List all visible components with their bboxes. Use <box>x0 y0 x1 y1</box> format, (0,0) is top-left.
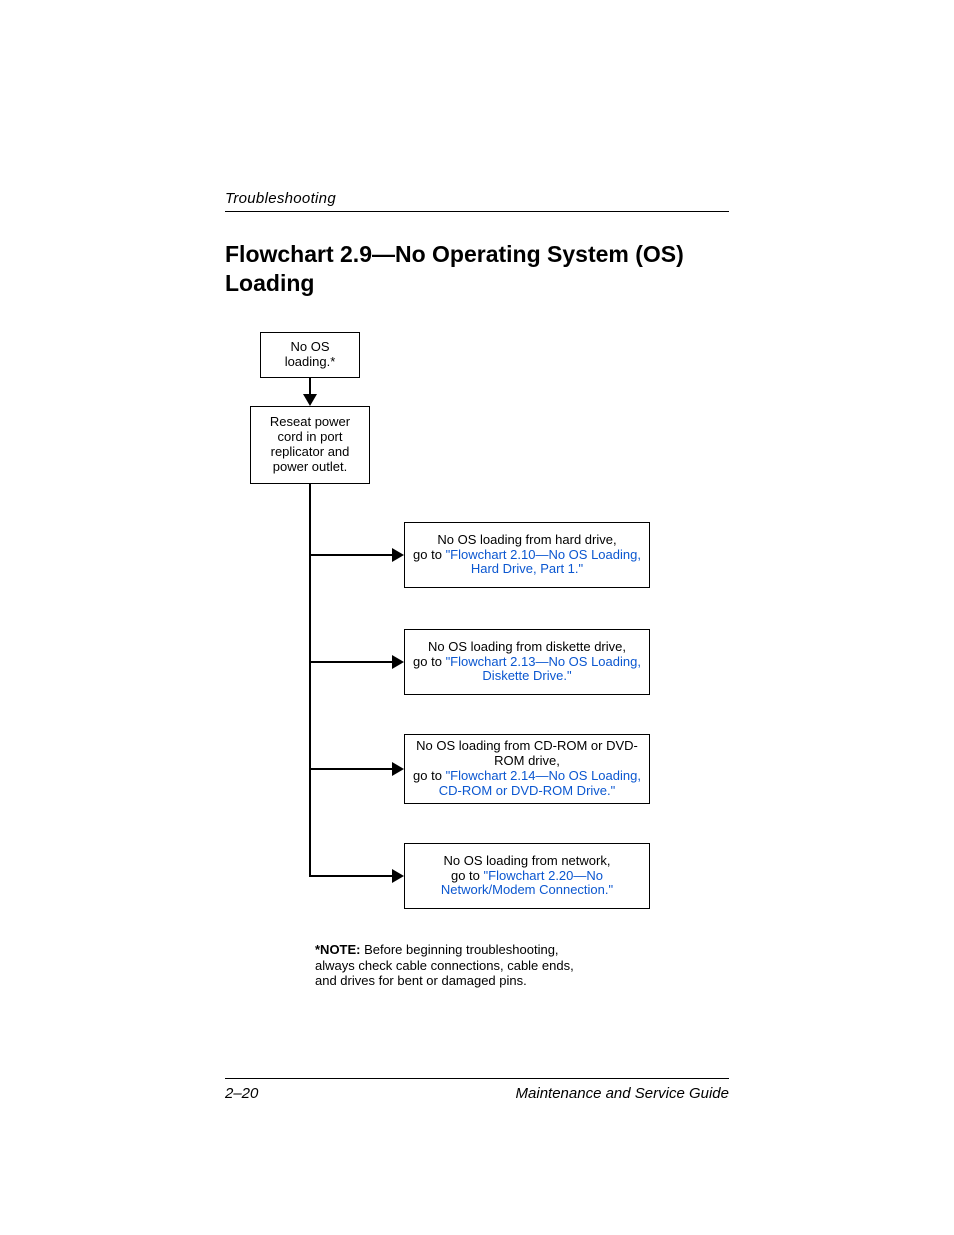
branch-box-cdrom: No OS loading from CD-ROM or DVD-ROM dri… <box>404 734 650 804</box>
start-box-text: No OS loading.* <box>261 336 359 374</box>
branch-box-network: No OS loading from network, go to "Flowc… <box>404 843 650 909</box>
branch-lead: No OS loading from network, <box>444 853 611 868</box>
branch-lead: No OS loading from diskette drive, <box>428 639 626 654</box>
connector <box>309 875 394 877</box>
arrow-right-icon <box>392 869 404 883</box>
note-label: *NOTE: <box>315 942 361 957</box>
doc-title: Maintenance and Service Guide <box>516 1085 729 1102</box>
footer-row: 2–20 Maintenance and Service Guide <box>225 1085 729 1102</box>
header: Troubleshooting Flowchart 2.9—No Operati… <box>225 190 729 298</box>
branch-goto-prefix: go to <box>413 547 446 562</box>
arrow-right-icon <box>392 762 404 776</box>
branch-lead: No OS loading from hard drive, <box>437 532 616 547</box>
reseat-box: Reseat power cord in port replicator and… <box>250 406 370 484</box>
page: Troubleshooting Flowchart 2.9—No Operati… <box>0 0 954 1235</box>
flowchart-link-2-13[interactable]: "Flowchart 2.13—No OS Loading, Diskette … <box>446 654 641 684</box>
page-title: Flowchart 2.9—No Operating System (OS) L… <box>225 240 729 298</box>
branch-lead: No OS loading from CD-ROM or DVD-ROM dri… <box>416 738 638 768</box>
reseat-box-text: Reseat power cord in port replicator and… <box>251 411 369 479</box>
arrow-right-icon <box>392 655 404 669</box>
flowchart-link-2-14[interactable]: "Flowchart 2.14—No OS Loading, CD-ROM or… <box>439 768 641 798</box>
arrow-right-icon <box>392 548 404 562</box>
branch-box-hard-drive: No OS loading from hard drive, go to "Fl… <box>404 522 650 588</box>
branch-text: No OS loading from diskette drive, go to… <box>405 636 649 689</box>
running-head: Troubleshooting <box>225 190 729 207</box>
connector <box>309 768 394 770</box>
branch-text: No OS loading from hard drive, go to "Fl… <box>405 529 649 582</box>
arrow-down-icon <box>303 394 317 406</box>
flowchart-link-2-10[interactable]: "Flowchart 2.10—No OS Loading, Hard Driv… <box>446 547 641 577</box>
start-box: No OS loading.* <box>260 332 360 378</box>
branch-text: No OS loading from CD-ROM or DVD-ROM dri… <box>405 735 649 803</box>
footnote: *NOTE: Before beginning troubleshooting,… <box>315 942 575 989</box>
branch-text: No OS loading from network, go to "Flowc… <box>405 850 649 903</box>
footer: 2–20 Maintenance and Service Guide <box>225 1078 729 1102</box>
flowchart: No OS loading.* Reseat power cord in por… <box>240 332 729 982</box>
connector <box>309 484 311 876</box>
branch-box-diskette: No OS loading from diskette drive, go to… <box>404 629 650 695</box>
footer-rule <box>225 1078 729 1079</box>
branch-goto-prefix: go to <box>451 868 484 883</box>
header-rule <box>225 211 729 212</box>
page-number: 2–20 <box>225 1085 258 1102</box>
branch-goto-prefix: go to <box>413 654 446 669</box>
connector <box>309 661 394 663</box>
branch-goto-prefix: go to <box>413 768 446 783</box>
connector <box>309 554 394 556</box>
